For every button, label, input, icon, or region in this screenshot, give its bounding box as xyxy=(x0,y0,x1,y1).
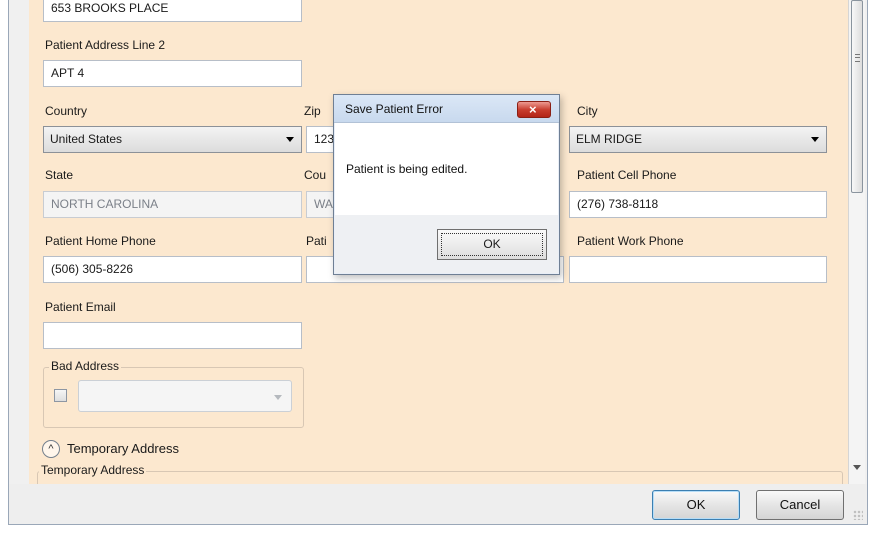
ok-button[interactable]: OK xyxy=(652,490,740,520)
close-button[interactable]: × xyxy=(517,101,551,118)
dialog-title: Save Patient Error xyxy=(345,102,444,116)
close-icon: × xyxy=(529,102,537,117)
patient-middle-phone-label: Pati xyxy=(306,234,327,248)
city-select[interactable]: ELM RIDGE xyxy=(569,126,827,153)
dialog-ok-button[interactable]: OK xyxy=(437,229,547,260)
dialog-message: Patient is being edited. xyxy=(346,162,468,176)
dialog-footer: OK xyxy=(335,215,558,273)
country-label: Country xyxy=(45,104,88,118)
patient-address-line2-input[interactable]: APT 4 xyxy=(43,60,302,87)
chevron-down-icon xyxy=(274,395,282,400)
state-label: State xyxy=(45,168,74,182)
bad-address-checkbox[interactable] xyxy=(54,389,67,402)
patient-address-line2-label: Patient Address Line 2 xyxy=(45,38,166,52)
chevron-up-icon[interactable]: ^ xyxy=(42,440,60,458)
temporary-address-group-title: Temporary Address xyxy=(39,463,147,477)
country-select-value: United States xyxy=(50,132,123,146)
state-input: NORTH CAROLINA xyxy=(43,191,302,218)
country-select[interactable]: United States xyxy=(43,126,302,153)
zip-label: Zip xyxy=(304,104,321,118)
resize-grip-icon[interactable] xyxy=(853,510,863,520)
patient-work-phone-input[interactable] xyxy=(569,256,827,283)
patient-address-line1-input[interactable]: 653 BROOKS PLACE xyxy=(43,0,302,22)
patient-home-phone-input[interactable]: (506) 305-8226 xyxy=(43,256,302,283)
dialog-button-bar: OK Cancel xyxy=(9,484,867,524)
patient-email-input[interactable] xyxy=(43,322,302,349)
patient-cell-phone-label: Patient Cell Phone xyxy=(577,168,677,182)
chevron-down-icon xyxy=(286,137,294,142)
dialog-message-area: Patient is being edited. xyxy=(335,123,558,215)
scroll-down-icon[interactable] xyxy=(853,465,861,470)
patient-work-phone-label: Patient Work Phone xyxy=(577,234,684,248)
patient-home-phone-label: Patient Home Phone xyxy=(45,234,156,248)
bad-address-reason-select xyxy=(78,380,292,412)
save-patient-error-dialog: Save Patient Error × Patient is being ed… xyxy=(333,94,560,275)
bad-address-title: Bad Address xyxy=(49,359,122,373)
cancel-button[interactable]: Cancel xyxy=(756,490,844,520)
temporary-address-group xyxy=(37,471,843,484)
vertical-scrollbar[interactable] xyxy=(848,0,865,484)
chevron-down-icon xyxy=(811,137,819,142)
scrollbar-thumb[interactable] xyxy=(851,0,863,193)
county-label: Cou xyxy=(304,168,327,182)
temporary-address-toggle[interactable]: Temporary Address xyxy=(67,441,179,456)
city-label: City xyxy=(577,104,598,118)
dialog-title-bar[interactable]: Save Patient Error × xyxy=(334,95,559,123)
grip-icon xyxy=(855,54,860,62)
patient-email-label: Patient Email xyxy=(45,300,116,314)
city-select-value: ELM RIDGE xyxy=(576,132,643,146)
patient-cell-phone-input[interactable]: (276) 738-8118 xyxy=(569,191,827,218)
